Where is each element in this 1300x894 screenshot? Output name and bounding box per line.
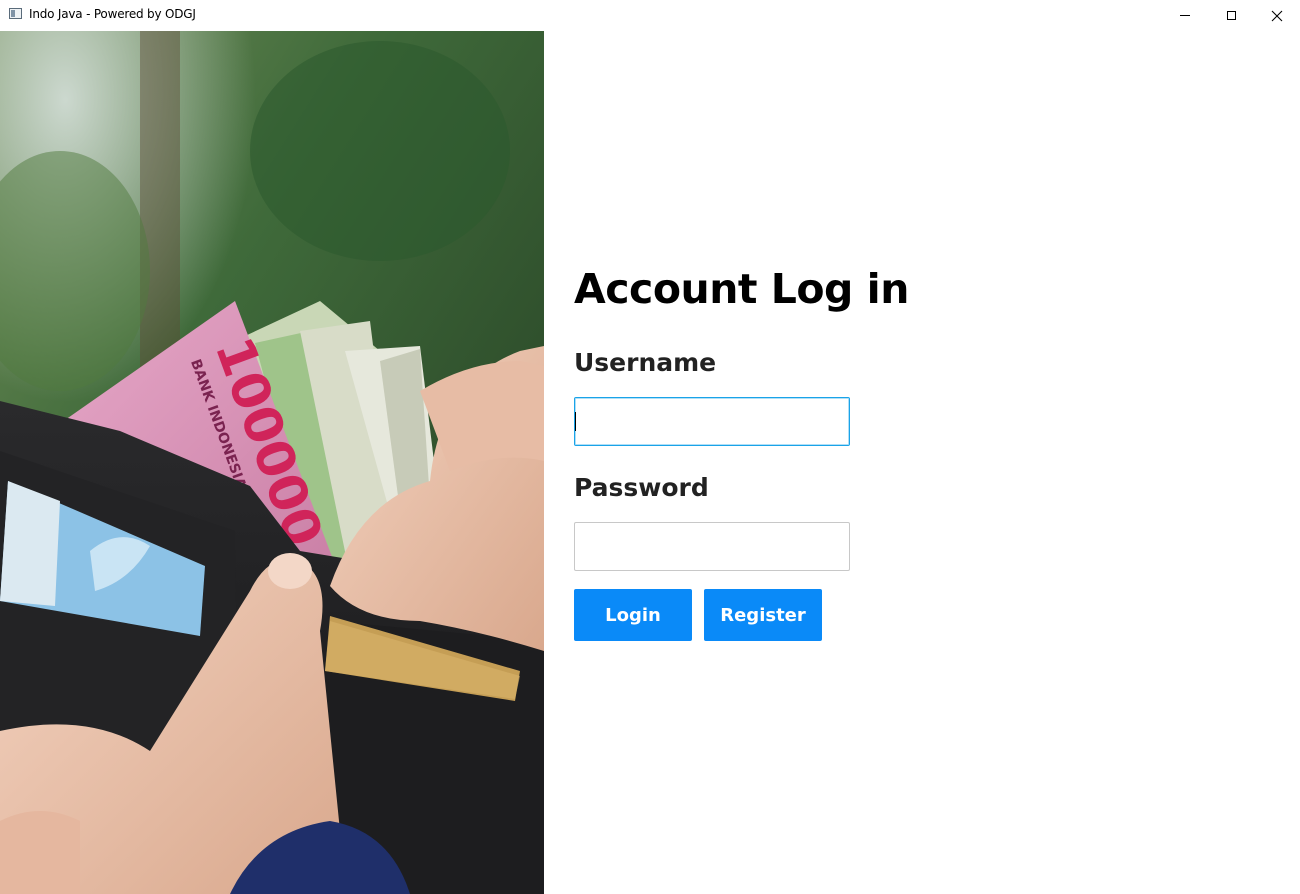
window-titlebar: Indo Java - Powered by ODGJ bbox=[0, 0, 1300, 31]
password-label: Password bbox=[574, 473, 709, 502]
maximize-icon bbox=[1226, 11, 1236, 20]
register-button[interactable]: Register bbox=[704, 589, 822, 641]
username-label: Username bbox=[574, 348, 717, 377]
minimize-button[interactable] bbox=[1162, 0, 1208, 31]
window-title: Indo Java - Powered by ODGJ bbox=[29, 7, 196, 21]
login-button[interactable]: Login bbox=[574, 589, 692, 641]
close-button[interactable] bbox=[1254, 0, 1300, 31]
maximize-button[interactable] bbox=[1208, 0, 1254, 31]
close-icon bbox=[1271, 10, 1283, 21]
minimize-icon bbox=[1180, 15, 1190, 16]
app-window-icon bbox=[9, 8, 22, 19]
username-input[interactable] bbox=[574, 397, 850, 446]
wallet-banknotes-illustration: 100000 BANK INDONESIA bbox=[0, 31, 544, 894]
text-caret bbox=[575, 412, 576, 431]
password-input[interactable] bbox=[574, 522, 850, 571]
hero-photo: 100000 BANK INDONESIA bbox=[0, 31, 544, 894]
page-title: Account Log in bbox=[574, 265, 909, 313]
